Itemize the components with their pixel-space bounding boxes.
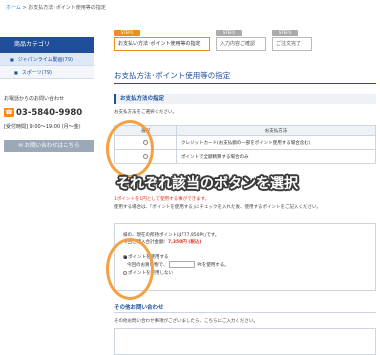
step-3-label: ご注文完了 bbox=[272, 37, 312, 51]
title-divider bbox=[114, 83, 376, 84]
inquiry-heading: その他お問い合わせ bbox=[114, 305, 164, 311]
points-holder-line: 様の、現在の所持ポイントは｢77,950Pt｣です。 bbox=[123, 233, 220, 238]
purchase-total-label: 今回ご購入合計金額： bbox=[123, 240, 168, 245]
table-header-row: 選択 お支払方法 bbox=[114, 125, 376, 136]
payment-method-credit: クレジットカード(お支払額の一部をポイント使用する場合含む) bbox=[176, 135, 376, 150]
points-note-red: 1ポイントを1円として使用する事ができます。 bbox=[114, 197, 210, 202]
points-amount-suffix: Ptを使用する。 bbox=[197, 263, 229, 268]
breadcrumb-home-link[interactable]: ホーム bbox=[6, 5, 21, 11]
page-title: お支払方法･ポイント使用等の指定 bbox=[114, 71, 231, 80]
payment-method-points: ポイントで全額精算する場合のみ bbox=[176, 149, 376, 164]
table-row: クレジットカード(お支払額の一部をポイント使用する場合含む) bbox=[114, 135, 376, 150]
option-no-points-label: ポイントを使用しない bbox=[128, 271, 173, 276]
phone-number: 03-5840-9980 bbox=[16, 108, 83, 118]
col-method: お支払方法 bbox=[176, 125, 376, 136]
inquiry-instruction: その他お問い合わせ事項がございましたら、こちらにご入力ください。 bbox=[114, 319, 258, 324]
step-3-tag: STEP3 bbox=[272, 30, 298, 36]
breadcrumb-separator: > bbox=[22, 5, 27, 11]
col-select: 選択 bbox=[114, 125, 177, 136]
option-no-points[interactable]: ポイントを使用しない bbox=[123, 270, 173, 276]
checkout-steps: STEP1 お支払い方法･ポイント使用等の指定 STEP2 入力内容ご確認 ST… bbox=[114, 30, 376, 54]
purchase-total-value: 7,350円 (税込) bbox=[168, 240, 202, 245]
contact-hours: [受付時間] 9:00～19:00 (月～金) bbox=[4, 124, 81, 130]
points-note: 使用する場合は、｢ポイントを使用する｣にチェックを入れた後、使用するポイントをご… bbox=[114, 205, 321, 210]
points-box: 様の、現在の所持ポイントは｢77,950Pt｣です。 今回ご購入合計金額：7,3… bbox=[114, 223, 376, 291]
option-use-points-label: ポイントを使用する bbox=[128, 255, 169, 260]
step-2-label: 入力内容ご確認 bbox=[216, 37, 266, 51]
sidebar-item-sports[interactable]: スポーツ(79) bbox=[0, 66, 94, 79]
phone-icon: ☎ bbox=[4, 108, 14, 117]
purchase-total: 今回ご購入合計金額：7,350円 (税込) bbox=[123, 239, 201, 245]
radio-no-points[interactable] bbox=[123, 270, 127, 275]
points-amount-prefix: 今回のお買い物で、 bbox=[127, 263, 168, 268]
breadcrumb: ホーム > お支払方法･ポイント使用等の指定 bbox=[6, 4, 106, 11]
points-amount-row: 今回のお買い物で、 Ptを使用する。 bbox=[127, 261, 229, 268]
contact-phone: ☎ 03-5840-9980 bbox=[4, 108, 94, 120]
table-row: ポイントで全額精算する場合のみ bbox=[114, 149, 376, 164]
option-use-points[interactable]: ポイントを使用する bbox=[123, 254, 169, 260]
mail-icon: ✉ bbox=[18, 143, 23, 149]
payment-radio-points[interactable] bbox=[143, 153, 148, 159]
sidebar-item-japanlime-video[interactable]: ジャパンライム動画(79) bbox=[0, 53, 94, 66]
points-amount-input[interactable] bbox=[169, 261, 196, 268]
contact-label: お電話からのお問い合わせ bbox=[4, 96, 65, 102]
payment-instruction: お支払方法をご選択ください。 bbox=[114, 110, 177, 115]
step-1-tag: STEP1 bbox=[114, 30, 140, 36]
contact-mail-button[interactable]: ✉ お問い合わせはこちら bbox=[4, 140, 94, 152]
radio-use-points[interactable] bbox=[123, 254, 127, 259]
payment-method-table: 選択 お支払方法 クレジットカード(お支払額の一部をポイント使用する場合含む) … bbox=[114, 125, 376, 164]
inquiry-textarea[interactable] bbox=[114, 328, 376, 355]
contact-mail-button-label: お問い合わせはこちら bbox=[24, 143, 80, 149]
step-2-tag: STEP2 bbox=[216, 30, 242, 36]
breadcrumb-current: お支払方法･ポイント使用等の指定 bbox=[28, 5, 106, 11]
sidebar-category-title: 商品カテゴリ bbox=[0, 37, 94, 53]
payment-radio-credit[interactable] bbox=[143, 139, 148, 145]
payment-section-heading: お支払方法の指定 bbox=[114, 94, 376, 104]
inquiry-divider bbox=[114, 312, 376, 313]
instruction-overlay: それぞれ該当のボタンを選択 bbox=[116, 176, 298, 192]
step-1-label: お支払い方法･ポイント使用等の指定 bbox=[114, 37, 210, 51]
